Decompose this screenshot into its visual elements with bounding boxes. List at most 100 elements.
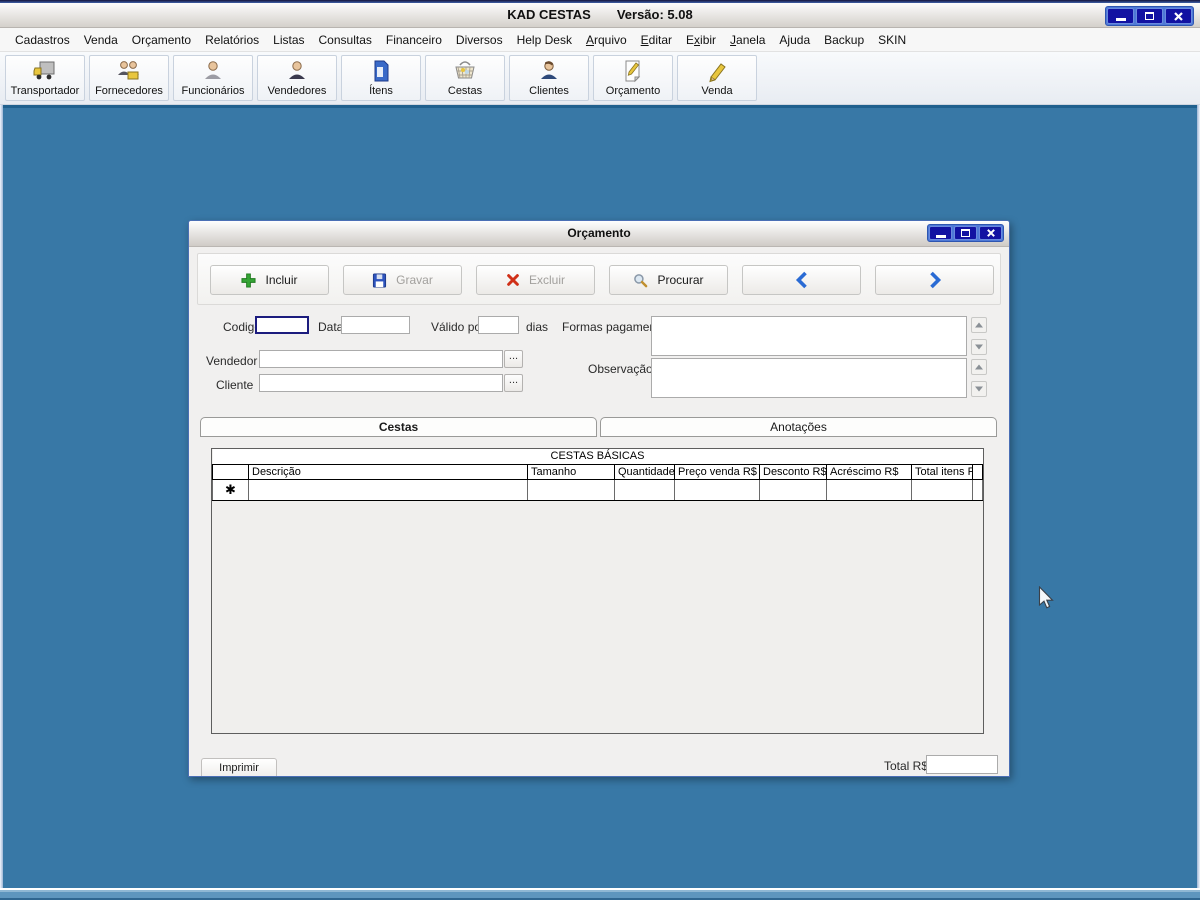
- orcamento-window: Orçamento Incluir Gravar Excluir Procura…: [188, 220, 1010, 777]
- gravar-button[interactable]: Gravar: [343, 265, 462, 295]
- data-input[interactable]: [341, 316, 410, 334]
- grid-header-indicator: [212, 463, 249, 480]
- dialog-action-panel: Incluir Gravar Excluir Procurar: [197, 253, 1001, 305]
- cell-desconto[interactable]: [759, 478, 827, 501]
- toolbar-clientes-button[interactable]: Clientes: [509, 55, 589, 101]
- toolbar-venda-button[interactable]: Venda: [677, 55, 757, 101]
- cell-descricao[interactable]: [248, 478, 528, 501]
- menu-bar: Cadastros Venda Orçamento Relatórios Lis…: [0, 28, 1200, 52]
- vendedor-browse-button[interactable]: ...: [504, 350, 523, 368]
- menu-listas[interactable]: Listas: [266, 30, 311, 50]
- cell-filler: [972, 478, 983, 501]
- main-maximize-button[interactable]: [1136, 8, 1163, 24]
- menu-cadastros[interactable]: Cadastros: [8, 30, 77, 50]
- menu-janela[interactable]: Janela: [723, 30, 772, 50]
- toolbar-itens-button[interactable]: Ítens: [341, 55, 421, 101]
- vendedor-input[interactable]: [259, 350, 503, 368]
- grid-insert-row[interactable]: ✱: [212, 478, 983, 501]
- arrow-down-icon: [975, 344, 983, 350]
- grid-header-preco-venda: Preço venda R$: [674, 463, 760, 480]
- cell-preco-venda[interactable]: [674, 478, 760, 501]
- grid-header-filler: [972, 463, 983, 480]
- delete-x-icon: [507, 274, 519, 286]
- main-minimize-button[interactable]: [1107, 8, 1134, 24]
- cliente-label: Cliente: [216, 378, 254, 392]
- basket-icon: [452, 58, 478, 84]
- menu-editar[interactable]: Editar: [634, 30, 679, 50]
- window-left-border: [0, 105, 3, 888]
- cestas-grid-table: CESTAS BÁSICAS Descrição Tamanho Quantid…: [212, 449, 983, 501]
- toolbar-fornecedores-button[interactable]: Fornecedores: [89, 55, 169, 101]
- menu-ajuda[interactable]: Ajuda: [772, 30, 817, 50]
- data-label: Data: [318, 320, 344, 334]
- cliente-input[interactable]: [259, 374, 503, 392]
- cell-tamanho[interactable]: [527, 478, 615, 501]
- minimize-icon: [1115, 17, 1126, 21]
- toolbar-funcionarios-button[interactable]: Funcionários: [173, 55, 253, 101]
- dias-label: dias: [526, 320, 549, 334]
- cell-total-itens[interactable]: [911, 478, 973, 501]
- toolbar-vendedores-button[interactable]: Vendedores: [257, 55, 337, 101]
- main-close-button[interactable]: [1165, 8, 1192, 24]
- valido-por-label: Válido por: [431, 320, 486, 334]
- grid-title: CESTAS BÁSICAS: [212, 449, 983, 465]
- arrow-down-icon: [975, 386, 983, 392]
- maximize-icon: [961, 229, 970, 237]
- imprimir-button[interactable]: Imprimir: [201, 758, 277, 776]
- grid-header-desconto: Desconto R$: [759, 463, 827, 480]
- sale-icon: [704, 58, 730, 84]
- menu-diversos[interactable]: Diversos: [449, 30, 510, 50]
- codigo-input[interactable]: [255, 316, 309, 334]
- menu-exibir[interactable]: Exibir: [679, 30, 723, 50]
- tab-cestas[interactable]: Cestas: [200, 417, 597, 437]
- cell-quantidade[interactable]: [614, 478, 675, 501]
- orcamento-minimize-button[interactable]: [929, 226, 952, 240]
- cestas-grid[interactable]: CESTAS BÁSICAS Descrição Tamanho Quantid…: [211, 448, 984, 734]
- observacao-scroll-up-button[interactable]: [971, 359, 987, 375]
- total-input[interactable]: [926, 755, 998, 774]
- menu-backup[interactable]: Backup: [817, 30, 871, 50]
- orcamento-close-button[interactable]: [979, 226, 1002, 240]
- vendedor-label: Vendedor: [206, 354, 258, 368]
- maximize-icon: [1145, 12, 1154, 20]
- app-version: Versão: 5.08: [616, 7, 693, 22]
- menu-financeiro[interactable]: Financeiro: [379, 30, 449, 50]
- items-icon: [368, 58, 394, 84]
- orcamento-titlebar[interactable]: Orçamento: [189, 221, 1009, 247]
- cell-acrescimo[interactable]: [826, 478, 912, 501]
- formas-pagamento-input[interactable]: [651, 316, 967, 356]
- valido-por-input[interactable]: [478, 316, 519, 334]
- menu-helpdesk[interactable]: Help Desk: [510, 30, 579, 50]
- orcamento-title: Orçamento: [567, 226, 631, 240]
- toolbar-orcamento-button[interactable]: Orçamento: [593, 55, 673, 101]
- menu-arquivo[interactable]: Arquivo: [579, 30, 634, 50]
- menu-relatorios[interactable]: Relatórios: [198, 30, 266, 50]
- previous-record-button[interactable]: [742, 265, 861, 295]
- app-title: KAD CESTAS: [507, 7, 591, 22]
- formas-scroll-up-button[interactable]: [971, 317, 987, 333]
- observacao-input[interactable]: [651, 358, 967, 398]
- toolbar-cestas-button[interactable]: Cestas: [425, 55, 505, 101]
- procurar-button[interactable]: Procurar: [609, 265, 728, 295]
- truck-icon: [32, 58, 58, 84]
- formas-scroll-down-button[interactable]: [971, 339, 987, 355]
- menu-orcamento[interactable]: Orçamento: [125, 30, 198, 50]
- observacao-scroll-down-button[interactable]: [971, 381, 987, 397]
- menu-skin[interactable]: SKIN: [871, 30, 913, 50]
- grid-header-quantidade: Quantidade: [614, 463, 675, 480]
- total-label: Total R$: [884, 759, 929, 773]
- tab-anotacoes[interactable]: Anotações: [600, 417, 997, 437]
- salespeople-icon: [284, 58, 310, 84]
- clients-icon: [536, 58, 562, 84]
- next-record-button[interactable]: [875, 265, 994, 295]
- cliente-browse-button[interactable]: ...: [504, 374, 523, 392]
- main-titlebar[interactable]: KAD CESTAS Versão: 5.08: [0, 3, 1200, 28]
- orcamento-maximize-button[interactable]: [954, 226, 977, 240]
- close-icon: [1174, 11, 1183, 21]
- menu-venda[interactable]: Venda: [77, 30, 125, 50]
- menu-consultas[interactable]: Consultas: [312, 30, 379, 50]
- search-icon: [634, 273, 648, 287]
- incluir-button[interactable]: Incluir: [210, 265, 329, 295]
- toolbar-transportador-button[interactable]: Transportador: [5, 55, 85, 101]
- excluir-button[interactable]: Excluir: [476, 265, 595, 295]
